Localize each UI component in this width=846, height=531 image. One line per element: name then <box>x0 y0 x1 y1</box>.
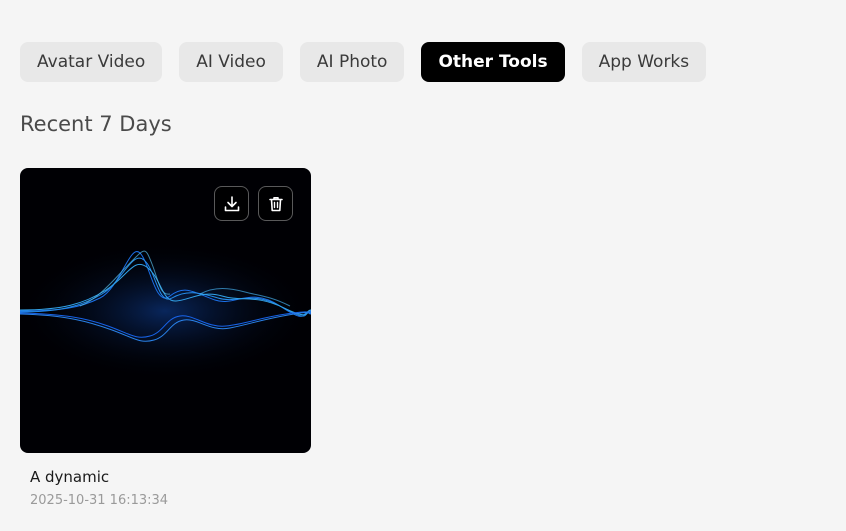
trash-icon <box>268 196 283 211</box>
card-thumbnail[interactable] <box>20 168 311 453</box>
card-actions <box>214 186 293 221</box>
work-card[interactable]: A dynamic 2025-10-31 16:13:34 <box>20 168 311 510</box>
card-title: A dynamic <box>30 468 110 486</box>
delete-button[interactable] <box>258 186 293 221</box>
tab-ai-video[interactable]: AI Video <box>179 42 283 82</box>
tab-avatar-video[interactable]: Avatar Video <box>20 42 163 82</box>
download-button[interactable] <box>214 186 249 221</box>
section-title: Recent 7 Days <box>20 112 172 136</box>
tab-other-tools[interactable]: Other Tools <box>421 42 565 82</box>
card-timestamp: 2025-10-31 16:13:34 <box>30 493 169 508</box>
tab-ai-photo[interactable]: AI Photo <box>299 42 405 82</box>
tab-app-works[interactable]: App Works <box>581 42 707 82</box>
download-icon <box>224 195 239 211</box>
category-tabs: Avatar Video AI Video AI Photo Other Too… <box>20 42 707 82</box>
